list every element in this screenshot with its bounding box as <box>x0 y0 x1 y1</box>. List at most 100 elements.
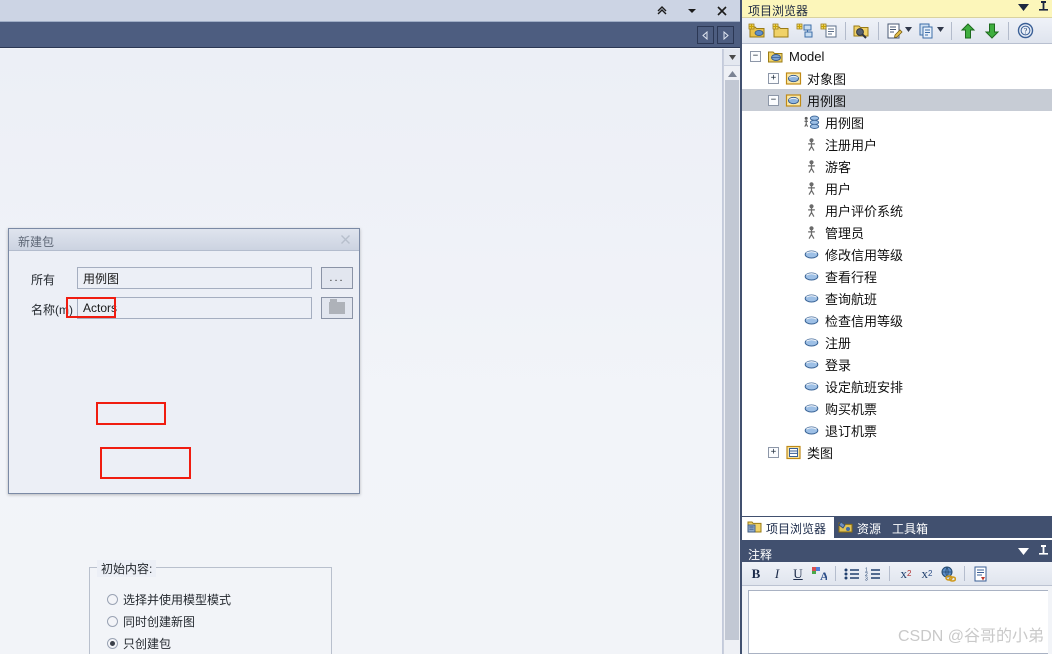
underline-icon[interactable]: U <box>789 565 807 583</box>
tree-item[interactable]: 查看行程 <box>742 265 1052 287</box>
new-package-icon[interactable] <box>770 20 792 42</box>
watermark: CSDN @谷哥的小弟 <box>897 628 1044 645</box>
tree-item-label: 用例图 <box>825 115 865 131</box>
tree-item[interactable]: 游客 <box>742 155 1052 177</box>
parent-package-input[interactable] <box>77 267 312 289</box>
package-name-input[interactable] <box>77 297 312 319</box>
expand-icon[interactable]: + <box>768 446 779 458</box>
tree-item[interactable]: 设定航班安排 <box>742 375 1052 397</box>
subscript-icon[interactable]: x2 <box>918 565 936 583</box>
copy-icon[interactable] <box>916 20 938 42</box>
tree-item[interactable]: 用户 <box>742 177 1052 199</box>
tree-item[interactable]: 管理员 <box>742 221 1052 243</box>
tree-item[interactable]: 注册 <box>742 331 1052 353</box>
model-icon <box>767 49 784 64</box>
new-model-icon[interactable] <box>746 20 768 42</box>
bullet-list-icon[interactable] <box>843 565 861 583</box>
toolbar-separator <box>845 21 846 40</box>
tree-item[interactable]: 注册用户 <box>742 133 1052 155</box>
close-icon[interactable] <box>714 3 730 19</box>
project-browser-panel: 项目浏览器 ? − Model + 对象图 − 用例图 用例图 注册用户 游客 … <box>742 0 1052 540</box>
parent-package-label: 所有 <box>31 273 56 287</box>
tree-item-label: 对象图 <box>807 71 847 87</box>
usecase-icon <box>803 269 820 284</box>
toolbar-separator <box>1008 21 1009 40</box>
collapse-icon[interactable]: − <box>768 94 779 106</box>
tree-item[interactable]: + 类图 <box>742 441 1052 463</box>
usecase-icon <box>803 423 820 438</box>
tree-item[interactable]: 登录 <box>742 353 1052 375</box>
font-color-icon[interactable]: A <box>810 565 828 583</box>
insert-document-icon[interactable] <box>972 565 990 583</box>
scrollbar-dropdown-button[interactable] <box>724 49 740 66</box>
browser-tab[interactable]: 项目浏览器 <box>742 517 835 538</box>
expand-icon[interactable]: + <box>768 72 779 84</box>
chevron-down-icon[interactable] <box>1018 3 1029 14</box>
close-icon[interactable] <box>338 232 352 246</box>
tree-item[interactable]: 用例图 <box>742 111 1052 133</box>
bold-icon[interactable]: B <box>747 565 765 583</box>
pin-icon[interactable] <box>1039 545 1048 559</box>
panel-title: 项目浏览器 <box>748 4 809 18</box>
radio-create-package-only[interactable]: 只创建包 <box>107 635 171 652</box>
browser-tab-strip: 项目浏览器 资源 工具箱 <box>742 516 1052 538</box>
panel-header-controls <box>1018 1 1048 15</box>
svg-text:3: 3 <box>865 576 868 581</box>
move-down-icon[interactable] <box>981 20 1003 42</box>
edit-properties-icon[interactable] <box>884 20 906 42</box>
tree-item[interactable]: 查询航班 <box>742 287 1052 309</box>
tree-item[interactable]: 修改信用等级 <box>742 243 1052 265</box>
superscript-icon[interactable]: x2 <box>897 565 915 583</box>
scrollbar-thumb[interactable] <box>725 80 739 640</box>
browse-parent-button[interactable]: ... <box>321 267 353 289</box>
tree-item[interactable]: 购买机票 <box>742 397 1052 419</box>
toolbar-separator <box>964 566 965 581</box>
tree-item[interactable]: 退订机票 <box>742 419 1052 441</box>
chevron-down-icon[interactable] <box>1018 547 1029 558</box>
move-up-icon[interactable] <box>957 20 979 42</box>
workspace-toolbar <box>0 22 740 48</box>
collapse-icon[interactable]: − <box>750 50 761 62</box>
browser-tab[interactable]: 工具箱 <box>888 518 935 538</box>
usecase-icon <box>803 313 820 328</box>
project-tree[interactable]: − Model + 对象图 − 用例图 用例图 注册用户 游客 用户 用户评价系统 管理员 修改信用等级… <box>742 45 1052 515</box>
browse-folder-button[interactable] <box>321 297 353 319</box>
tree-item-label: 用户 <box>825 181 852 197</box>
application-window: 新建包 所有 ... 名称(m) 初始内容: 选 <box>0 0 1052 654</box>
svg-text:A: A <box>820 569 827 582</box>
tree-item[interactable]: + 对象图 <box>742 67 1052 89</box>
tab-scroll-right-button[interactable] <box>717 26 734 44</box>
tree-item[interactable]: 用户评价系统 <box>742 199 1052 221</box>
scroll-up-arrow[interactable] <box>724 67 740 81</box>
tree-item-label: 用户评价系统 <box>825 203 904 219</box>
actor-icon <box>803 137 820 152</box>
chevron-down-icon[interactable] <box>937 27 944 34</box>
notes-header: 注释 <box>742 544 1052 562</box>
help-icon[interactable]: ? <box>1014 20 1036 42</box>
tree-item-label: 登录 <box>825 357 852 373</box>
tab-scroll-left-button[interactable] <box>697 26 714 44</box>
browser-tab[interactable]: 资源 <box>834 518 888 538</box>
numbered-list-icon[interactable]: 1 2 3 <box>864 565 882 583</box>
italic-icon[interactable]: I <box>768 565 786 583</box>
canvas-vertical-scrollbar[interactable] <box>723 49 740 654</box>
tree-item[interactable]: − 用例图 <box>742 89 1052 111</box>
folder-icon <box>329 299 345 314</box>
workspace-titlebar <box>0 0 740 22</box>
tree-item-label: 注册 <box>825 335 852 351</box>
radio-select-model-pattern[interactable]: 选择并使用模型模式 <box>107 591 231 608</box>
tree-item[interactable]: − Model <box>742 45 1052 67</box>
new-diagram-icon[interactable] <box>794 20 816 42</box>
new-element-icon[interactable] <box>818 20 840 42</box>
tree-item[interactable]: 检查信用等级 <box>742 309 1052 331</box>
tree-item-label: 用例图 <box>807 93 847 109</box>
restore-up-icon[interactable] <box>654 3 670 19</box>
hyperlink-icon[interactable] <box>939 565 957 583</box>
chevron-down-icon[interactable] <box>684 3 700 19</box>
radio-create-diagram-too[interactable]: 同时创建新图 <box>107 613 195 630</box>
pin-icon[interactable] <box>1039 1 1048 15</box>
tree-item-label: 退订机票 <box>825 423 878 439</box>
radio-label: 选择并使用模型模式 <box>123 593 232 607</box>
chevron-down-icon[interactable] <box>905 27 912 34</box>
find-icon[interactable] <box>851 20 873 42</box>
